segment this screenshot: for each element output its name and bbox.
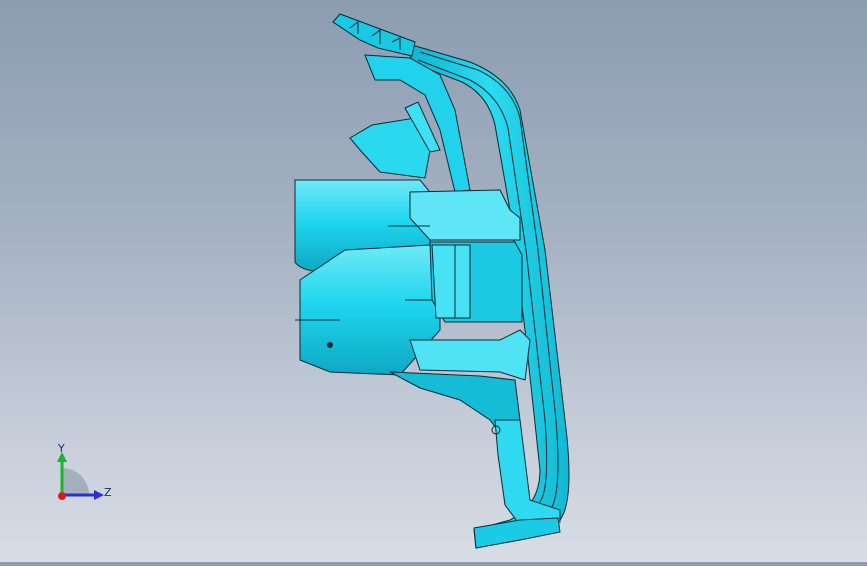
part-model[interactable] — [0, 0, 867, 562]
axis-triad: Y Z — [40, 440, 120, 510]
triad-arc — [62, 468, 89, 495]
z-axis-label: Z — [104, 486, 112, 499]
3d-viewport[interactable] — [0, 0, 867, 562]
bottom-tab — [473, 517, 561, 549]
y-axis-label: Y — [58, 442, 65, 455]
socket-flange — [409, 189, 521, 241]
z-axis-head — [94, 490, 104, 500]
axis-triad-graphic — [57, 452, 104, 500]
lower-socket-band — [431, 244, 471, 319]
x-axis-origin — [58, 492, 66, 500]
screw-hole — [327, 342, 333, 348]
